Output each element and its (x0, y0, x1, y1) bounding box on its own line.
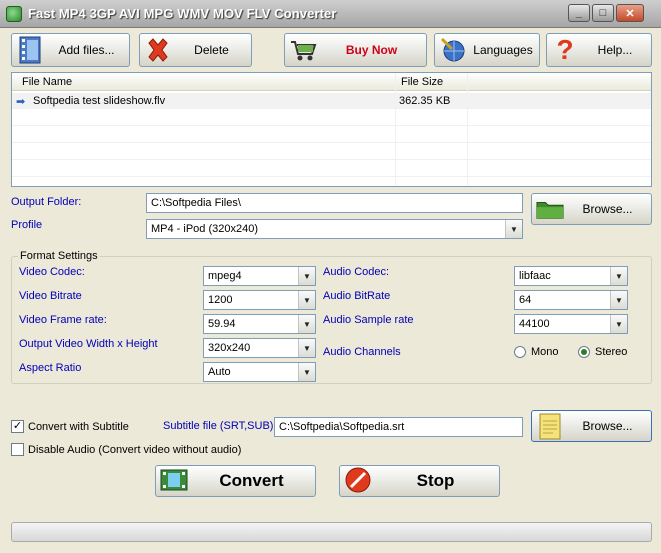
file-list-header: File Name File Size (12, 73, 651, 91)
checkbox-box[interactable]: ✓ (11, 420, 24, 433)
file-list[interactable]: File Name File Size ➡ Softpedia test sli… (11, 72, 652, 187)
audio-bitrate-select[interactable]: 64 ▼ (514, 290, 628, 310)
buy-now-label: Buy Now (345, 43, 398, 57)
audio-sample-rate-select[interactable]: 44100 ▼ (514, 314, 628, 334)
audio-sample-rate-value: 44100 (519, 318, 550, 330)
video-codec-label: Video Codec: (19, 266, 85, 278)
progress-bar (11, 522, 652, 542)
add-files-button[interactable]: Add files... (11, 33, 130, 67)
subtitle-browse-button[interactable]: Browse... (531, 410, 652, 442)
window-title: Fast MP4 3GP AVI MPG WMV MOV FLV Convert… (28, 6, 337, 21)
video-frame-rate-value: 59.94 (208, 318, 236, 330)
audio-bitrate-label: Audio BitRate (323, 290, 391, 302)
audio-sample-rate-label: Audio Sample rate (323, 314, 414, 326)
stop-button[interactable]: Stop (339, 465, 500, 497)
question-icon: ? (556, 34, 574, 65)
format-settings-title: Format Settings (18, 250, 100, 262)
chevron-down-icon[interactable]: ▼ (298, 267, 315, 285)
subtitle-file-label: Subtitle file (SRT,SUB) (163, 420, 274, 432)
convert-subtitle-checkbox[interactable]: ✓ Convert with Subtitle (11, 420, 129, 433)
cart-icon (289, 36, 317, 64)
radio-mono[interactable]: Mono (514, 346, 559, 358)
buy-now-button[interactable]: Buy Now (284, 33, 427, 67)
chevron-down-icon[interactable]: ▼ (298, 363, 315, 381)
red-x-icon (144, 36, 172, 64)
video-bitrate-value: 1200 (208, 294, 233, 306)
aspect-ratio-select[interactable]: Auto ▼ (203, 362, 316, 382)
subtitle-browse-label: Browse... (582, 419, 633, 433)
aspect-ratio-label: Aspect Ratio (19, 362, 82, 374)
chevron-down-icon[interactable]: ▼ (298, 291, 315, 309)
convert-subtitle-label: Convert with Subtitle (28, 420, 129, 433)
column-file-size[interactable]: File Size (401, 76, 443, 88)
arrow-right-icon: ➡ (16, 96, 26, 108)
chevron-down-icon[interactable]: ▼ (505, 220, 522, 238)
table-row[interactable]: ➡ Softpedia test slideshow.flv 362.35 KB (12, 93, 651, 109)
languages-button[interactable]: Languages (434, 33, 540, 67)
chevron-down-icon[interactable]: ▼ (298, 315, 315, 333)
subtitle-file-input[interactable]: C:\Softpedia\Softpedia.srt (274, 417, 523, 437)
chevron-down-icon[interactable]: ▼ (610, 291, 627, 309)
profile-select[interactable]: MP4 - iPod (320x240) ▼ (146, 219, 523, 239)
video-bitrate-label: Video Bitrate (19, 290, 82, 302)
close-button[interactable]: ✕ (616, 4, 644, 22)
chevron-down-icon[interactable]: ▼ (298, 339, 315, 357)
audio-codec-value: libfaac (519, 270, 551, 282)
video-frame-rate-label: Video Frame rate: (19, 314, 107, 326)
stop-label: Stop (416, 471, 455, 490)
add-files-label: Add files... (58, 43, 115, 57)
radio-stereo-circle[interactable] (578, 346, 590, 358)
output-size-label: Output Video Width x Height (19, 338, 158, 350)
languages-label: Languages (473, 43, 533, 57)
radio-stereo-label: Stereo (595, 346, 628, 358)
output-folder-label: Output Folder: (11, 196, 82, 208)
minimize-button[interactable]: _ (568, 4, 590, 22)
radio-mono-circle[interactable] (514, 346, 526, 358)
output-browse-label: Browse... (582, 202, 633, 216)
delete-button[interactable]: Delete (139, 33, 252, 67)
stop-icon (344, 466, 372, 497)
output-browse-button[interactable]: Browse... (531, 193, 652, 225)
aspect-ratio-value: Auto (208, 366, 231, 378)
radio-stereo[interactable]: Stereo (578, 346, 627, 358)
film-icon (160, 467, 188, 496)
delete-label: Delete (194, 43, 229, 57)
app-icon (6, 6, 22, 22)
audio-codec-label: Audio Codec: (323, 266, 390, 278)
notepad-icon (536, 412, 564, 440)
column-file-name[interactable]: File Name (22, 76, 72, 88)
convert-button[interactable]: Convert (155, 465, 316, 497)
audio-bitrate-value: 64 (519, 294, 532, 306)
video-bitrate-select[interactable]: 1200 ▼ (203, 290, 316, 310)
maximize-button[interactable]: □ (592, 4, 614, 22)
output-size-select[interactable]: 320x240 ▼ (203, 338, 316, 358)
file-name-cell: Softpedia test slideshow.flv (33, 95, 166, 107)
chevron-down-icon[interactable]: ▼ (610, 267, 627, 285)
file-size-cell: 362.35 KB (399, 95, 451, 107)
audio-channels-label: Audio Channels (323, 346, 401, 358)
checkbox-box[interactable] (11, 443, 24, 456)
folder-icon (536, 195, 564, 223)
output-folder-input[interactable]: C:\Softpedia Files\ (146, 193, 523, 213)
film-add-icon (16, 36, 44, 64)
video-codec-select[interactable]: mpeg4 ▼ (203, 266, 316, 286)
output-size-value: 320x240 (208, 342, 251, 354)
pen-globe-icon (439, 36, 467, 64)
video-frame-rate-select[interactable]: 59.94 ▼ (203, 314, 316, 334)
title-bar: Fast MP4 3GP AVI MPG WMV MOV FLV Convert… (0, 0, 661, 28)
help-label: Help... (597, 43, 633, 57)
help-button[interactable]: ? Help... (546, 33, 652, 67)
radio-mono-label: Mono (531, 346, 559, 358)
disable-audio-checkbox[interactable]: Disable Audio (Convert video without aud… (11, 443, 241, 456)
chevron-down-icon[interactable]: ▼ (610, 315, 627, 333)
profile-value: MP4 - iPod (320x240) (151, 223, 258, 235)
profile-label: Profile (11, 219, 43, 231)
audio-codec-select[interactable]: libfaac ▼ (514, 266, 628, 286)
video-codec-value: mpeg4 (208, 270, 242, 282)
convert-label: Convert (219, 471, 284, 490)
disable-audio-label: Disable Audio (Convert video without aud… (28, 443, 242, 456)
